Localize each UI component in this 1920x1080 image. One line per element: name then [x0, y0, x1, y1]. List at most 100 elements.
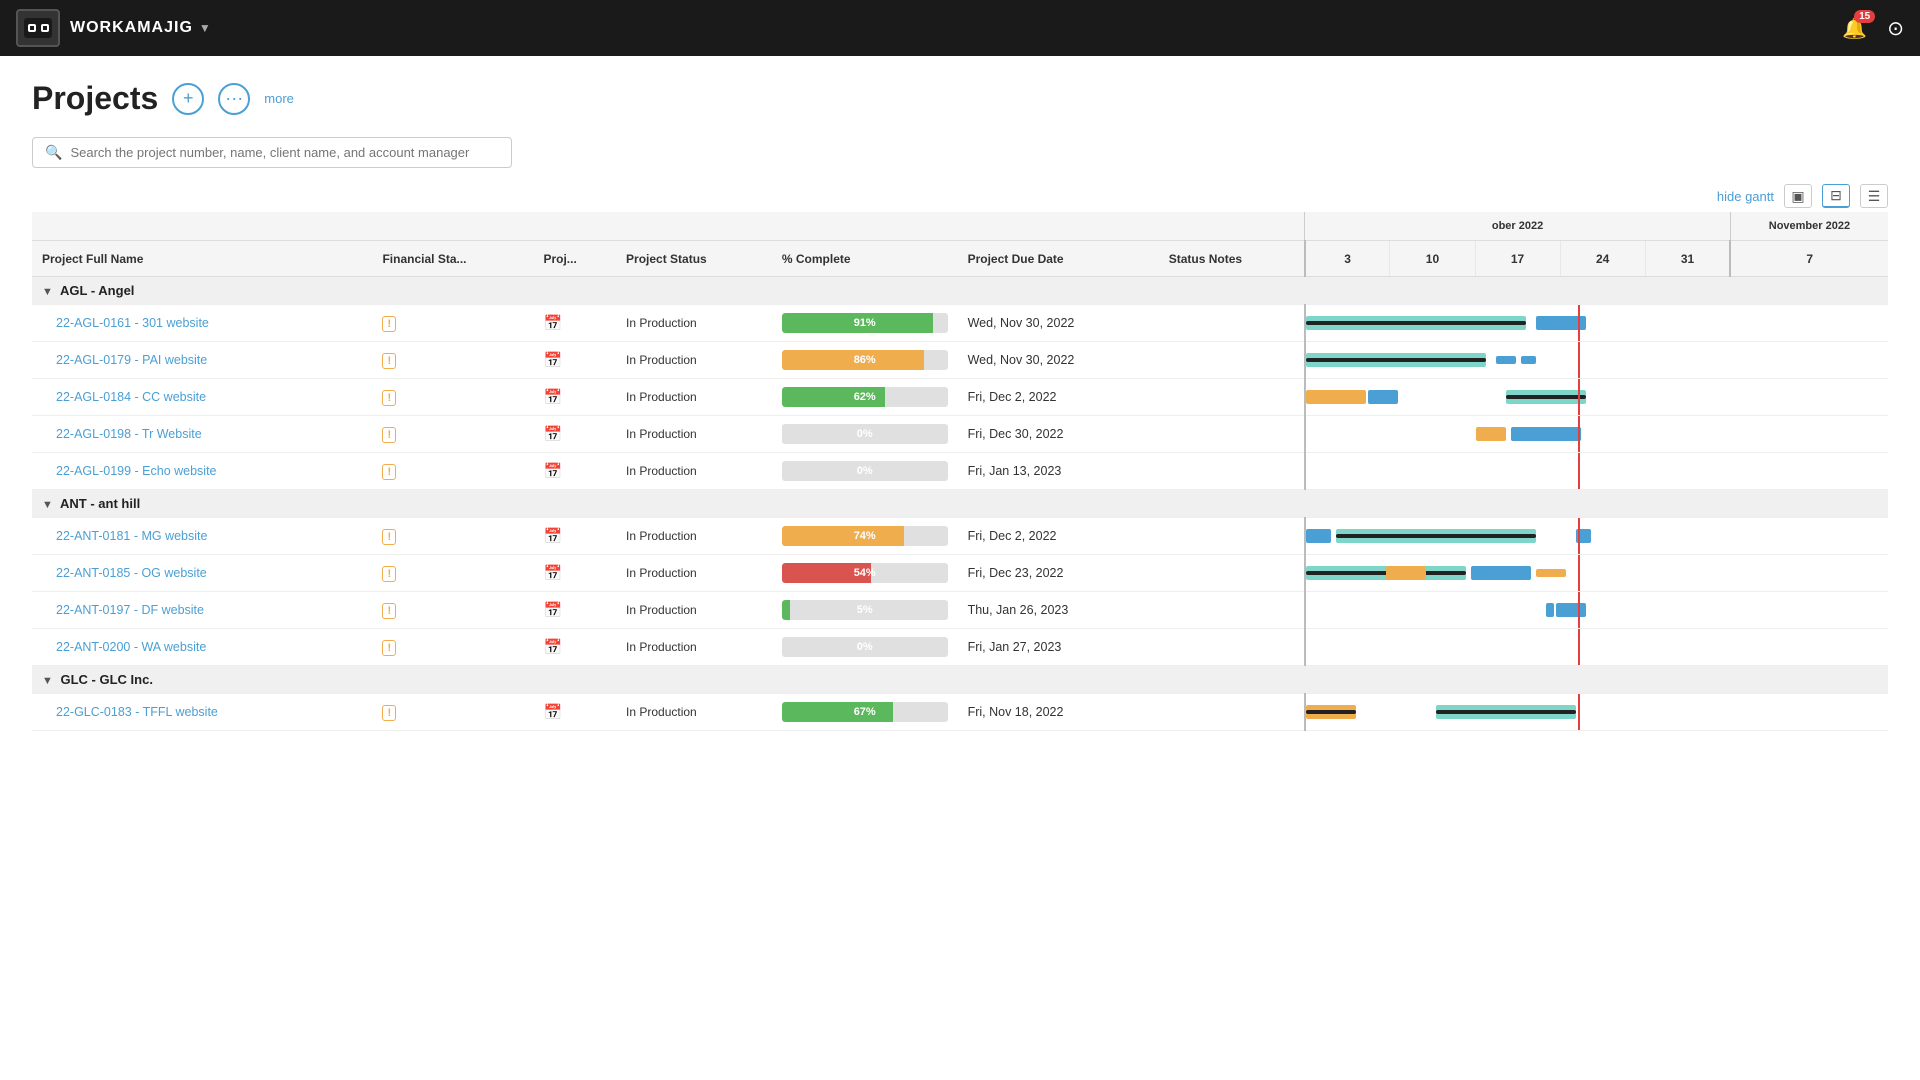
today-line — [1578, 555, 1580, 591]
gantt-row-cell — [1305, 694, 1888, 731]
financial-status-cell: ! — [372, 518, 533, 555]
view-list-button[interactable]: ☰ — [1860, 184, 1888, 208]
col-proj: Proj... — [533, 241, 616, 277]
table-row: 22-ANT-0200 - WA website ! 📅 In Producti… — [32, 629, 1888, 666]
table-body: ▼ AGL - Angel 22-AGL-0161 - 301 website … — [32, 277, 1888, 731]
financial-status-cell: ! — [372, 305, 533, 342]
gantt-bar — [1306, 321, 1526, 325]
proj-icon-cell: 📅 — [533, 342, 616, 379]
app-logo[interactable] — [16, 9, 60, 47]
project-link[interactable]: 22-AGL-0198 - Tr Website — [56, 427, 202, 441]
pct-complete-cell: 0% — [772, 629, 958, 666]
group-toggle-icon[interactable]: ▼ — [42, 675, 53, 687]
col-financial-sta: Financial Sta... — [372, 241, 533, 277]
logo-face — [24, 18, 52, 38]
financial-status-cell: ! — [372, 379, 533, 416]
gantt-mini-container — [1306, 379, 1646, 415]
status-notes-cell — [1159, 379, 1305, 416]
financial-warn-icon: ! — [382, 353, 396, 369]
status-notes-cell — [1159, 694, 1305, 731]
project-status-cell: In Production — [616, 518, 772, 555]
group-name: ▼ AGL - Angel — [32, 277, 1888, 305]
progress-label: 91% — [782, 313, 948, 333]
project-link[interactable]: 22-AGL-0161 - 301 website — [56, 316, 209, 330]
pct-complete-cell: 74% — [772, 518, 958, 555]
app-name-chevron-icon: ▼ — [199, 21, 212, 35]
project-link[interactable]: 22-AGL-0179 - PAI website — [56, 353, 207, 367]
add-project-button[interactable]: + — [172, 83, 204, 115]
project-link[interactable]: 22-GLC-0183 - TFFL website — [56, 705, 218, 719]
project-link[interactable]: 22-AGL-0199 - Echo website — [56, 464, 217, 478]
view-single-button[interactable]: ▣ — [1784, 184, 1812, 208]
gantt-bar — [1496, 356, 1516, 364]
top-nav: WORKAMAJIG ▼ 🔔 15 ⊙ — [0, 0, 1920, 56]
project-link[interactable]: 22-ANT-0185 - OG website — [56, 566, 207, 580]
gantt-row-cell — [1305, 342, 1888, 379]
hide-gantt-button[interactable]: hide gantt — [1717, 189, 1774, 204]
col-gantt-10: 10 — [1390, 241, 1475, 277]
project-name-cell: 22-ANT-0197 - DF website — [32, 592, 372, 629]
gantt-month-header-row: ober 2022 November 2022 — [32, 212, 1888, 241]
gantt-bar — [1306, 710, 1356, 714]
column-header-row: Project Full Name Financial Sta... Proj.… — [32, 241, 1888, 277]
project-link[interactable]: 22-AGL-0184 - CC website — [56, 390, 206, 404]
financial-warn-icon: ! — [382, 529, 396, 545]
proj-icon-cell: 📅 — [533, 629, 616, 666]
gantt-bar — [1306, 390, 1366, 404]
project-status-cell: In Production — [616, 555, 772, 592]
project-name-cell: 22-AGL-0179 - PAI website — [32, 342, 372, 379]
table-row: 22-ANT-0197 - DF website ! 📅 In Producti… — [32, 592, 1888, 629]
progress-label: 62% — [782, 387, 948, 407]
status-notes-cell — [1159, 342, 1305, 379]
group-row: ▼ ANT - ant hill — [32, 490, 1888, 518]
pct-complete-cell: 5% — [772, 592, 958, 629]
project-status-cell: In Production — [616, 416, 772, 453]
gantt-bar — [1521, 356, 1536, 364]
status-notes-cell — [1159, 555, 1305, 592]
more-label[interactable]: more — [264, 91, 294, 106]
project-status-cell: In Production — [616, 629, 772, 666]
financial-warn-icon: ! — [382, 390, 396, 406]
due-date-cell: Fri, Dec 2, 2022 — [958, 379, 1159, 416]
today-line — [1578, 629, 1580, 665]
project-name-cell: 22-ANT-0181 - MG website — [32, 518, 372, 555]
nav-right: 🔔 15 ⊙ — [1842, 16, 1904, 41]
col-pct-complete: % Complete — [772, 241, 958, 277]
group-toggle-icon[interactable]: ▼ — [42, 499, 53, 511]
gantt-mini-container — [1306, 629, 1646, 665]
pct-complete-cell: 0% — [772, 453, 958, 490]
today-line — [1578, 416, 1580, 452]
search-input[interactable] — [70, 145, 499, 160]
calendar-icon: 📅 — [543, 565, 562, 582]
project-link[interactable]: 22-ANT-0200 - WA website — [56, 640, 206, 654]
today-line — [1578, 694, 1580, 730]
view-split-button[interactable]: ⊟ — [1822, 184, 1850, 208]
progress-bar: 0% — [782, 424, 948, 444]
gantt-bar — [1506, 395, 1586, 399]
project-link[interactable]: 22-ANT-0197 - DF website — [56, 603, 204, 617]
gantt-mini-container — [1306, 694, 1646, 730]
gantt-month-oct: ober 2022 — [1305, 212, 1731, 241]
logo-eye-right — [41, 24, 49, 32]
financial-status-cell: ! — [372, 592, 533, 629]
table-row: 22-AGL-0198 - Tr Website ! 📅 In Producti… — [32, 416, 1888, 453]
calendar-icon: 📅 — [543, 639, 562, 656]
calendar-icon: 📅 — [543, 463, 562, 480]
status-notes-cell — [1159, 629, 1305, 666]
table-row: 22-AGL-0161 - 301 website ! 📅 In Product… — [32, 305, 1888, 342]
nav-search-button[interactable]: ⊙ — [1887, 16, 1904, 41]
financial-status-cell: ! — [372, 416, 533, 453]
proj-icon-cell: 📅 — [533, 694, 616, 731]
more-options-button[interactable]: ··· — [218, 83, 250, 115]
gantt-bar — [1511, 427, 1581, 441]
notifications-button[interactable]: 🔔 15 — [1842, 16, 1867, 41]
gantt-row-cell — [1305, 379, 1888, 416]
app-name[interactable]: WORKAMAJIG ▼ — [70, 19, 212, 37]
col-gantt-3: 3 — [1305, 241, 1390, 277]
group-toggle-icon[interactable]: ▼ — [42, 286, 53, 298]
gantt-row-cell — [1305, 592, 1888, 629]
proj-icon-cell: 📅 — [533, 453, 616, 490]
progress-bar: 5% — [782, 600, 948, 620]
project-link[interactable]: 22-ANT-0181 - MG website — [56, 529, 207, 543]
progress-bar: 91% — [782, 313, 948, 333]
